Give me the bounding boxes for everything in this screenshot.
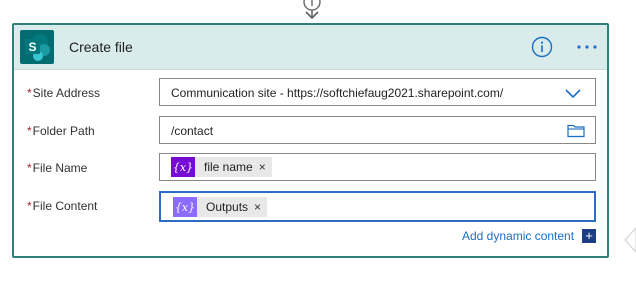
dynamic-content-token[interactable]: {x} Outputs × [173, 197, 268, 217]
flow-designer-canvas: S Create file *Site Address Communicatio… [0, 0, 636, 282]
site-address-value: Communication site - https://softchiefau… [171, 86, 504, 100]
chevron-down-icon[interactable] [565, 87, 581, 99]
file-content-label-text: File Content [32, 199, 98, 213]
file-name-label-text: File Name [32, 161, 88, 175]
step-connector-arrow-icon [303, 0, 321, 20]
folder-path-value: /contact [171, 124, 214, 138]
token-label: file name [204, 160, 253, 174]
site-address-label: *Site Address [27, 86, 100, 100]
folder-icon[interactable] [567, 123, 585, 138]
required-marker: * [27, 161, 32, 175]
file-content-input[interactable]: {x} Outputs × [159, 191, 596, 222]
site-address-dropdown[interactable]: Communication site - https://softchiefau… [159, 78, 596, 106]
more-options-icon[interactable] [574, 37, 600, 57]
required-marker: * [27, 124, 32, 138]
add-dynamic-content-link[interactable]: Add dynamic content [462, 229, 574, 243]
folder-path-label-text: Folder Path [32, 124, 95, 138]
action-title: Create file [69, 39, 133, 55]
create-file-action-card: S Create file *Site Address Communicatio… [12, 23, 609, 258]
info-icon[interactable] [531, 36, 553, 58]
required-marker: * [27, 86, 32, 100]
folder-path-input[interactable]: /contact [159, 116, 596, 144]
sharepoint-logo-icon: S [20, 30, 54, 64]
file-content-label: *File Content [27, 199, 97, 213]
file-name-label: *File Name [27, 161, 87, 175]
variable-expression-icon: {x} [173, 197, 197, 217]
add-dynamic-content-plus-icon[interactable]: + [582, 229, 596, 243]
token-label: Outputs [206, 200, 249, 214]
svg-text:S: S [28, 40, 36, 54]
flyout-pointer-icon [624, 227, 636, 253]
remove-token-button[interactable]: × [257, 160, 272, 174]
site-address-label-text: Site Address [32, 86, 101, 100]
action-card-header[interactable]: S Create file [14, 25, 607, 70]
file-name-input[interactable]: {x} file name × [159, 153, 596, 181]
remove-token-button[interactable]: × [252, 200, 267, 214]
folder-path-label: *Folder Path [27, 124, 95, 138]
dynamic-content-token[interactable]: {x} file name × [171, 157, 272, 177]
variable-expression-icon: {x} [171, 157, 195, 177]
required-marker: * [27, 199, 32, 213]
